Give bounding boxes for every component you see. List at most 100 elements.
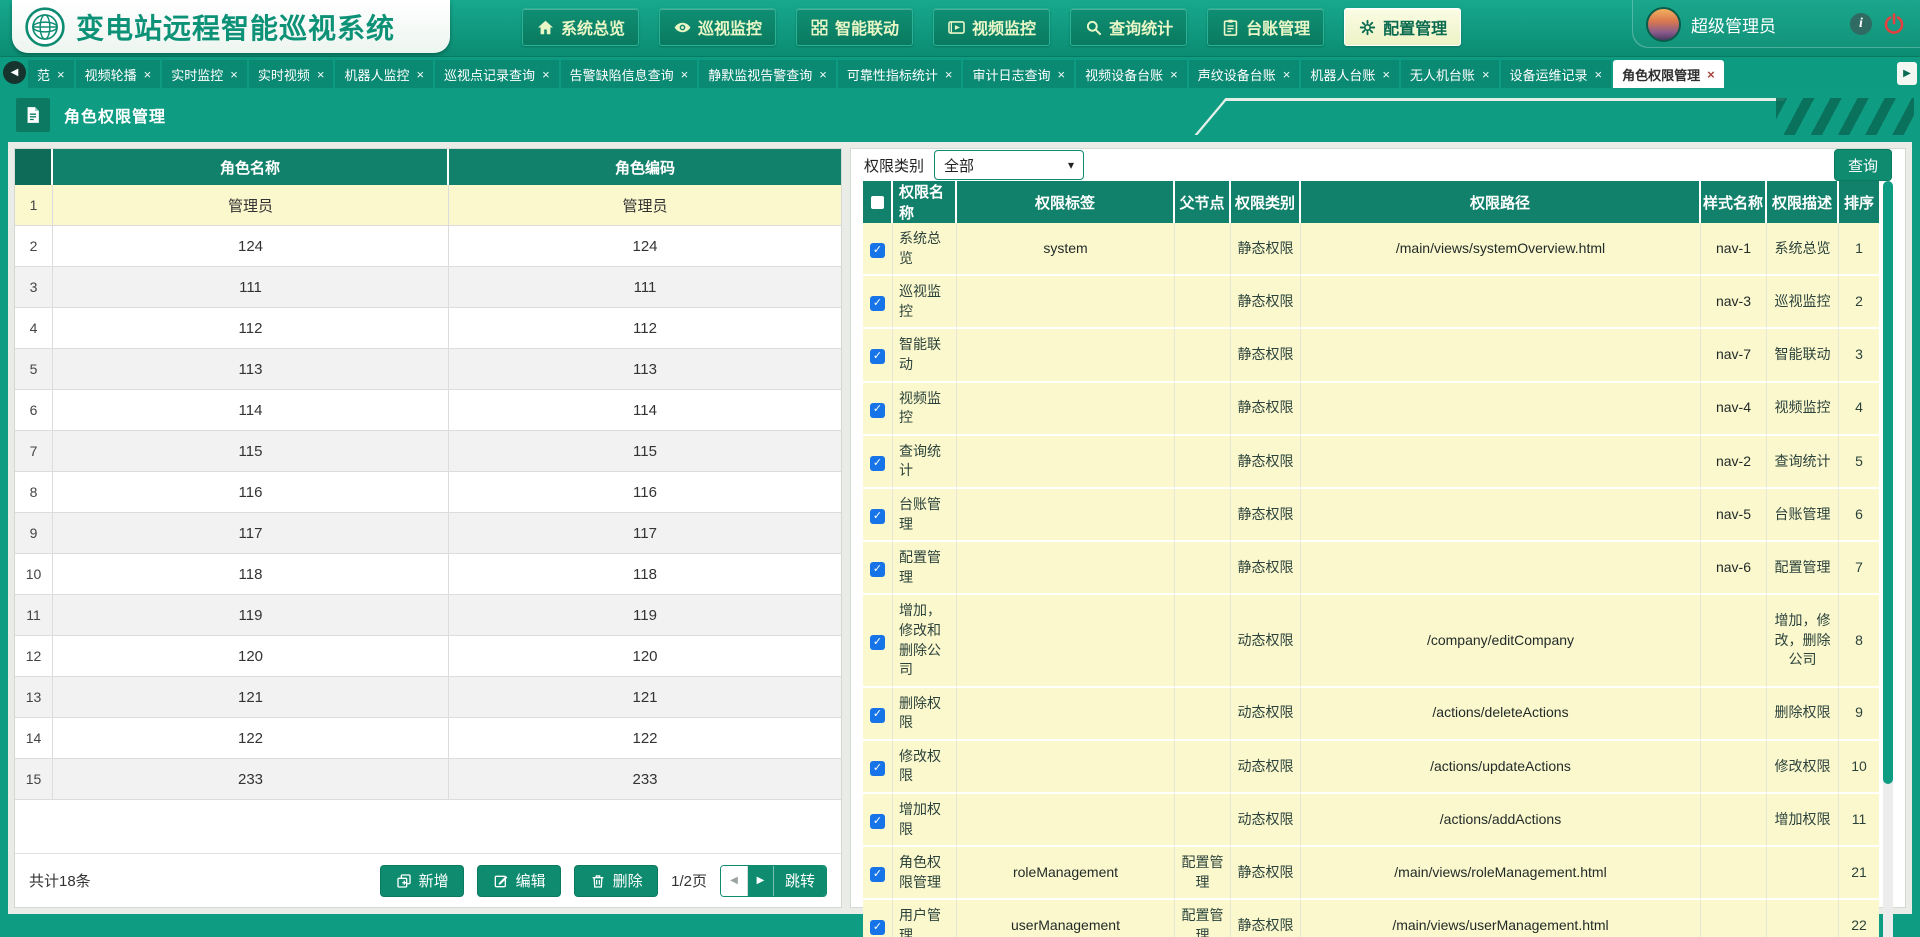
table-row[interactable]: ✓ 增加权限 动态权限 /actions/addActions 增加权限 11 — [863, 794, 1879, 847]
scrollbar-thumb[interactable] — [1883, 181, 1893, 784]
role-edit-button[interactable]: 编辑 — [477, 865, 561, 897]
table-row[interactable]: ✓ 修改权限 动态权限 /actions/updateActions 修改权限 … — [863, 741, 1879, 794]
nav-button[interactable]: 视频监控 — [933, 8, 1050, 46]
table-row[interactable]: ✓ 查询统计 静态权限 nav-2 查询统计 5 — [863, 436, 1879, 489]
close-icon[interactable]: × — [1707, 67, 1715, 82]
table-row[interactable]: 6 114 114 — [15, 390, 841, 431]
table-row[interactable]: 11 119 119 — [15, 595, 841, 636]
close-icon[interactable]: × — [1170, 67, 1178, 82]
next-page-icon[interactable]: ▶ — [748, 866, 773, 896]
table-row[interactable]: 4 112 112 — [15, 308, 841, 349]
tab[interactable]: 角色权限管理 × — [1613, 60, 1724, 88]
row-checkbox[interactable]: ✓ — [870, 456, 885, 471]
row-checkbox[interactable]: ✓ — [870, 867, 885, 882]
close-icon[interactable]: × — [542, 67, 550, 82]
tab[interactable]: 巡视点记录查询 × — [435, 60, 559, 88]
table-row[interactable]: ✓ 删除权限 动态权限 /actions/deleteActions 删除权限 … — [863, 688, 1879, 741]
tab-scroll-right-icon[interactable]: ▶ — [1897, 62, 1917, 85]
table-row[interactable]: ✓ 增加，修改和删除公司 动态权限 /company/editCompany 增… — [863, 595, 1879, 687]
nav-button[interactable]: 智能联动 — [796, 8, 913, 46]
close-icon[interactable]: × — [1595, 67, 1603, 82]
table-row[interactable]: 15 233 233 — [15, 759, 841, 800]
table-row[interactable]: ✓ 角色权限管理 roleManagement 配置管理 静态权限 /main/… — [863, 847, 1879, 900]
nav-button[interactable]: 巡视监控 — [659, 8, 776, 46]
table-row[interactable]: ✓ 系统总览 system 静态权限 /main/views/systemOve… — [863, 223, 1879, 276]
table-row[interactable]: ✓ 台账管理 静态权限 nav-5 台账管理 6 — [863, 489, 1879, 542]
table-row[interactable]: 13 121 121 — [15, 677, 841, 718]
table-row[interactable]: ✓ 视频监控 静态权限 nav-4 视频监控 4 — [863, 383, 1879, 436]
row-checkbox[interactable]: ✓ — [870, 509, 885, 524]
tab[interactable]: 实时监控 × — [162, 60, 247, 88]
tab[interactable]: 实时视频 × — [249, 60, 334, 88]
tab[interactable]: 机器人监控 × — [335, 60, 433, 88]
table-row[interactable]: ✓ 巡视监控 静态权限 nav-3 巡视监控 2 — [863, 276, 1879, 329]
table-row[interactable]: 10 118 118 — [15, 554, 841, 595]
row-checkbox[interactable]: ✓ — [870, 708, 885, 723]
table-row[interactable]: 1 管理员 管理员 — [15, 185, 841, 226]
info-icon[interactable]: i — [1850, 13, 1872, 35]
tab[interactable]: 设备运维记录 × — [1501, 60, 1612, 88]
tab[interactable]: 审计日志查询 × — [963, 60, 1074, 88]
table-row[interactable]: 14 122 122 — [15, 718, 841, 759]
table-row[interactable]: ✓ 智能联动 静态权限 nav-7 智能联动 3 — [863, 329, 1879, 382]
close-icon[interactable]: × — [1283, 67, 1291, 82]
tab[interactable]: 可靠性指标统计 × — [838, 60, 962, 88]
tab[interactable]: 无人机台账 × — [1401, 60, 1499, 88]
table-row[interactable]: 8 116 116 — [15, 472, 841, 513]
row-checkbox[interactable]: ✓ — [870, 635, 885, 650]
perm-order-cell: 1 — [1839, 223, 1879, 276]
nav-button[interactable]: 系统总览 — [522, 8, 639, 46]
table-row[interactable]: 7 115 115 — [15, 431, 841, 472]
row-checkbox[interactable]: ✓ — [870, 761, 885, 776]
tab-label: 无人机台账 — [1410, 65, 1475, 84]
row-checkbox[interactable]: ✓ — [870, 403, 885, 418]
row-checkbox[interactable]: ✓ — [870, 296, 885, 311]
table-row[interactable]: 3 111 111 — [15, 267, 841, 308]
jump-page-button[interactable]: 跳转 — [773, 866, 826, 896]
close-icon[interactable]: × — [819, 67, 827, 82]
prev-page-icon[interactable]: ◀ — [721, 866, 748, 896]
tab[interactable]: 范 × — [28, 60, 74, 88]
nav-button[interactable]: 查询统计 — [1070, 8, 1187, 46]
close-icon[interactable]: × — [317, 67, 325, 82]
nav-button[interactable]: 配置管理 — [1344, 8, 1461, 46]
close-icon[interactable]: × — [1058, 67, 1066, 82]
app-logo-icon — [24, 6, 66, 48]
nav-button[interactable]: 台账管理 — [1207, 8, 1324, 46]
tab-scroll-left-icon[interactable]: ◀ — [3, 61, 26, 84]
table-row[interactable]: 12 120 120 — [15, 636, 841, 677]
tab[interactable]: 静默监视告警查询 × — [699, 60, 836, 88]
tab[interactable]: 视频轮播 × — [76, 60, 161, 88]
close-icon[interactable]: × — [945, 67, 953, 82]
row-checkbox[interactable]: ✓ — [870, 243, 885, 258]
table-row[interactable]: 9 117 117 — [15, 513, 841, 554]
tab[interactable]: 机器人台账 × — [1301, 60, 1399, 88]
role-delete-button[interactable]: 删除 — [574, 865, 658, 897]
table-row[interactable]: 5 113 113 — [15, 349, 841, 390]
row-checkbox[interactable]: ✓ — [870, 920, 885, 935]
table-row[interactable]: ✓ 用户管理 userManagement 配置管理 静态权限 /main/vi… — [863, 900, 1879, 937]
row-checkbox[interactable]: ✓ — [870, 814, 885, 829]
close-icon[interactable]: × — [57, 67, 65, 82]
tab[interactable]: 声纹设备台账 × — [1189, 60, 1300, 88]
tab[interactable]: 告警缺陷信息查询 × — [561, 60, 698, 88]
close-icon[interactable]: × — [230, 67, 238, 82]
row-checkbox[interactable]: ✓ — [870, 562, 885, 577]
tab[interactable]: 视频设备台账 × — [1076, 60, 1187, 88]
table-row[interactable]: 2 124 124 — [15, 226, 841, 267]
close-icon[interactable]: × — [681, 67, 689, 82]
row-checkbox[interactable]: ✓ — [870, 349, 885, 364]
search-button[interactable]: 查询 — [1834, 149, 1892, 181]
close-icon[interactable]: × — [1482, 67, 1490, 82]
select-all-checkbox[interactable] — [871, 196, 884, 209]
close-icon[interactable]: × — [416, 67, 424, 82]
avatar[interactable] — [1646, 7, 1681, 42]
page-title-icon-box — [16, 98, 50, 132]
close-icon[interactable]: × — [1382, 67, 1390, 82]
table-row[interactable]: ✓ 配置管理 静态权限 nav-6 配置管理 7 — [863, 542, 1879, 595]
close-icon[interactable]: × — [144, 67, 152, 82]
permission-type-select[interactable]: 全部 ▾ — [934, 150, 1084, 180]
role-name-cell: 112 — [53, 308, 449, 349]
power-icon[interactable] — [1882, 12, 1906, 36]
role-add-button[interactable]: 新增 — [380, 865, 464, 897]
